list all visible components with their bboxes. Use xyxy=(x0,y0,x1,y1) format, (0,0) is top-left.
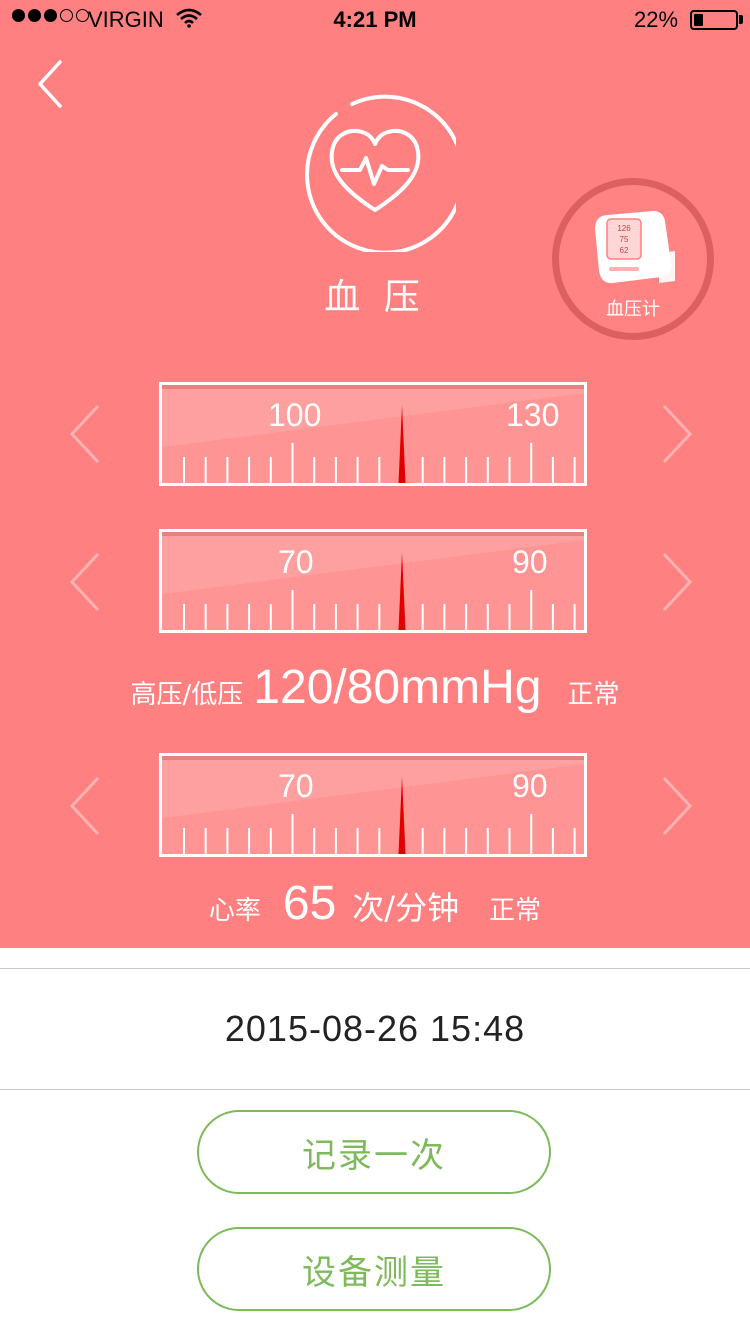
systolic-gauge[interactable]: 100 130 xyxy=(159,382,587,486)
status-bar: VIRGIN 4:21 PM 22% xyxy=(0,0,750,40)
device-screen-value: 62 xyxy=(620,246,629,255)
device-screen-value: 75 xyxy=(620,235,629,244)
gauge-left-label: 100 xyxy=(268,397,322,433)
blood-pressure-monitor-icon: 126 75 62 xyxy=(595,211,675,284)
back-chevron-icon[interactable] xyxy=(30,58,70,110)
battery-icon xyxy=(690,10,738,30)
battery-percent: 22% xyxy=(634,7,679,32)
blood-pressure-reading: 高压/低压 120/80mmHg 正常 xyxy=(0,660,750,715)
gauge-right-label: 130 xyxy=(506,397,560,433)
systolic-increase-arrow-icon[interactable] xyxy=(658,402,698,466)
record-once-button[interactable]: 记录一次 xyxy=(197,1110,551,1194)
heart-rate-value: 65 xyxy=(282,877,337,930)
diastolic-increase-arrow-icon[interactable] xyxy=(658,550,698,614)
gauge-top-shade xyxy=(162,385,584,389)
heart-rate-label: 心率 xyxy=(208,896,261,926)
blood-pressure-monitor-button[interactable]: 126 75 62 血压计 xyxy=(552,178,714,340)
divider xyxy=(0,968,750,969)
measurement-datetime[interactable]: 2015-08-26 15:48 xyxy=(0,1008,750,1050)
divider xyxy=(0,1089,750,1090)
gauge-left-label: 70 xyxy=(278,768,314,804)
gauge-left-label: 70 xyxy=(278,544,314,580)
blood-pressure-label: 高压/低压 xyxy=(130,680,244,710)
blood-pressure-status: 正常 xyxy=(567,680,620,710)
device-measure-button[interactable]: 设备测量 xyxy=(197,1227,551,1311)
device-screen-value: 126 xyxy=(617,224,631,233)
heart-rate-increase-arrow-icon[interactable] xyxy=(658,774,698,838)
battery-tip xyxy=(739,15,743,24)
heart-rate-gauge[interactable]: 70 90 xyxy=(159,753,587,857)
diastolic-decrease-arrow-icon[interactable] xyxy=(64,550,104,614)
blood-pressure-value: 120/80mmHg xyxy=(253,661,542,714)
diastolic-gauge[interactable]: 70 90 xyxy=(159,529,587,633)
gauge-right-label: 90 xyxy=(512,544,548,580)
gauge-right-label: 90 xyxy=(512,768,548,804)
gauge-top-shade xyxy=(162,532,584,536)
gauge-top-shade xyxy=(162,756,584,760)
heart-rate-decrease-arrow-icon[interactable] xyxy=(64,774,104,838)
heart-rate-reading: 心率 65 次/分钟 正常 xyxy=(0,876,750,931)
heart-pulse-icon xyxy=(305,94,456,252)
device-label: 血压计 xyxy=(606,299,660,320)
heart-rate-unit: 次/分钟 xyxy=(352,889,460,927)
systolic-decrease-arrow-icon[interactable] xyxy=(64,402,104,466)
heart-rate-status: 正常 xyxy=(489,896,542,926)
